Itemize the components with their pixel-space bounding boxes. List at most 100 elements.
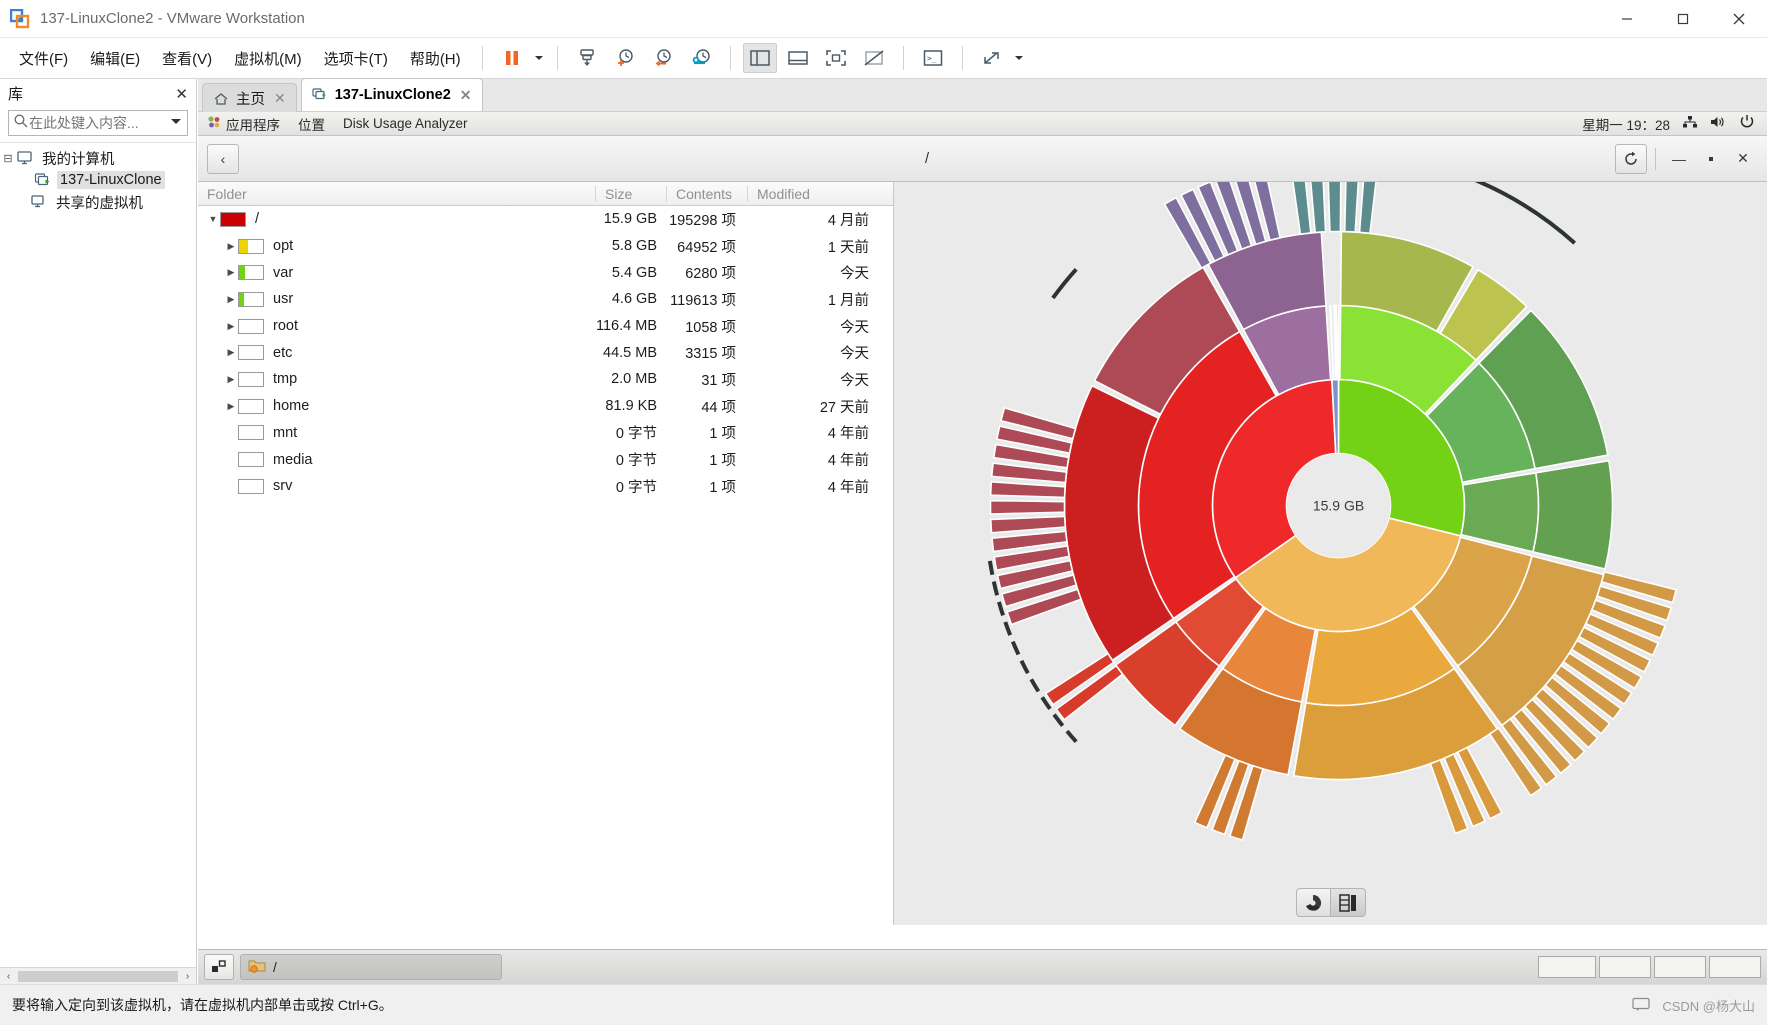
- sunburst-segment[interactable]: [1358, 182, 1379, 235]
- tree-item-shared-vms[interactable]: 共享的虚拟机: [0, 191, 196, 213]
- tab-close-icon[interactable]: ✕: [274, 90, 286, 107]
- network-icon[interactable]: [1682, 115, 1698, 132]
- table-row[interactable]: ▶ root 116.4 MB 1058 项 今天: [198, 313, 893, 340]
- clock[interactable]: 星期一 19：28: [1582, 114, 1670, 134]
- library-search[interactable]: [8, 110, 188, 136]
- row-expander-icon[interactable]: ▶: [224, 347, 238, 358]
- window-titlebar: 137-LinuxClone2 - VMware Workstation: [0, 0, 1767, 38]
- table-row[interactable]: ▶ opt 5.8 GB 64952 项 1 天前: [198, 233, 893, 260]
- row-expander-icon[interactable]: ▶: [224, 267, 238, 278]
- unity-mode-button[interactable]: [857, 43, 891, 73]
- caret-down-icon[interactable]: [169, 114, 183, 133]
- snapshot-add-button[interactable]: [608, 43, 642, 73]
- pause-button[interactable]: [495, 43, 529, 73]
- taskbar-window-item[interactable]: /: [240, 954, 502, 980]
- snapshot-manager-button[interactable]: [684, 43, 718, 73]
- show-desktop-button[interactable]: [204, 954, 234, 980]
- tree-item-my-computer[interactable]: ⊟ 我的计算机: [0, 147, 196, 169]
- window-close-button[interactable]: [1711, 0, 1767, 38]
- scroll-left-icon[interactable]: ‹: [0, 971, 17, 982]
- column-header-modified[interactable]: Modified: [748, 182, 893, 206]
- column-header-folder[interactable]: Folder: [198, 182, 595, 206]
- workspace-4[interactable]: [1709, 956, 1761, 978]
- tree-item-137-linuxclone[interactable]: 137-LinuxClone: [0, 169, 196, 191]
- menu-view[interactable]: 查看(V): [151, 42, 223, 75]
- table-row[interactable]: ▶ home 81.9 KB 44 项 27 天前: [198, 393, 893, 420]
- show-console-button[interactable]: [781, 43, 815, 73]
- table-row[interactable]: ▶ var 5.4 GB 6280 项 今天: [198, 259, 893, 286]
- menu-tabs[interactable]: 选项卡(T): [313, 42, 399, 75]
- sunburst-segment[interactable]: [1327, 182, 1342, 233]
- menu-help[interactable]: 帮助(H): [399, 42, 472, 75]
- sunburst-segment[interactable]: [1343, 182, 1360, 233]
- row-expander-icon[interactable]: ▼: [206, 214, 220, 224]
- table-row[interactable]: ▶ usr 4.6 GB 119613 项 1 月前: [198, 286, 893, 313]
- reload-button[interactable]: [1615, 143, 1647, 174]
- table-row[interactable]: ▶ tmp 2.0 MB 31 项 今天: [198, 366, 893, 393]
- sunburst-segment[interactable]: [1532, 459, 1614, 570]
- tab-home[interactable]: 主页 ✕: [202, 83, 297, 113]
- workspace-3[interactable]: [1654, 956, 1706, 978]
- snapshot-take-button[interactable]: [570, 43, 604, 73]
- stretch-dropdown[interactable]: [1011, 53, 1027, 63]
- row-expander-icon[interactable]: ▶: [224, 321, 238, 332]
- table-row[interactable]: ▼/15.9 GB 195298 项4 月前: [198, 206, 893, 233]
- sunburst-segment[interactable]: [1290, 182, 1312, 236]
- sunburst-segment[interactable]: [1335, 304, 1340, 381]
- message-icon[interactable]: [1632, 997, 1650, 1014]
- scroll-right-icon[interactable]: ›: [179, 971, 196, 982]
- sunburst-segment[interactable]: [1309, 182, 1327, 234]
- row-expander-icon[interactable]: ▶: [224, 374, 238, 385]
- terminal-button[interactable]: >_: [916, 43, 950, 73]
- workspace-switcher[interactable]: [1538, 956, 1761, 978]
- rings-view-button[interactable]: [1295, 888, 1331, 917]
- column-header-size[interactable]: Size: [596, 182, 666, 206]
- stretch-icon: [983, 52, 999, 64]
- table-row[interactable]: ▶ etc 44.5 MB 3315 项 今天: [198, 339, 893, 366]
- snapshot-revert-button[interactable]: [646, 43, 680, 73]
- back-button[interactable]: ‹: [207, 143, 239, 174]
- dua-minimize-button[interactable]: —: [1664, 144, 1694, 174]
- tab-137-linuxclone2[interactable]: 137-LinuxClone2 ✕: [300, 78, 483, 111]
- clock-plus-icon: [617, 49, 633, 66]
- power-dropdown[interactable]: [531, 53, 547, 63]
- cell-folder: media: [198, 452, 585, 468]
- menu-vm[interactable]: 虚拟机(M): [223, 42, 313, 75]
- cell-modified: 1 月前: [827, 292, 869, 309]
- row-expander-icon[interactable]: ▶: [224, 401, 238, 412]
- fullscreen-button[interactable]: [819, 43, 853, 73]
- places-menu[interactable]: 位置: [289, 112, 334, 136]
- dua-maximize-button[interactable]: [1696, 144, 1726, 174]
- sunburst-segment[interactable]: [989, 515, 1067, 534]
- menu-edit[interactable]: 编辑(E): [79, 42, 151, 75]
- table-row[interactable]: srv 0 字节 1 项 4 年前: [198, 473, 893, 500]
- applications-menu[interactable]: 应用程序: [198, 112, 289, 136]
- controls-separator: [1655, 147, 1656, 170]
- window-minimize-button[interactable]: [1599, 0, 1655, 38]
- workspace-2[interactable]: [1599, 956, 1651, 978]
- sunburst-chart[interactable]: 15.9 GB: [894, 182, 1767, 925]
- show-library-button[interactable]: [742, 43, 777, 73]
- row-expander-icon[interactable]: ▶: [224, 241, 238, 252]
- tab-close-icon[interactable]: ✕: [460, 87, 472, 104]
- window-maximize-button[interactable]: [1655, 0, 1711, 38]
- tree-expander-icon[interactable]: ⊟: [0, 152, 16, 165]
- cell-contents: 64952 项: [677, 239, 736, 256]
- table-row[interactable]: mnt 0 字节 1 项 4 年前: [198, 420, 893, 447]
- dua-close-button[interactable]: ✕: [1728, 144, 1758, 174]
- volume-icon[interactable]: [1710, 115, 1727, 132]
- stretch-button[interactable]: [975, 43, 1009, 73]
- row-expander-icon[interactable]: ▶: [224, 294, 238, 305]
- table-row[interactable]: media 0 字节 1 项 4 年前: [198, 446, 893, 473]
- search-input[interactable]: [29, 115, 169, 131]
- power-icon[interactable]: [1739, 114, 1755, 133]
- scrollbar-thumb[interactable]: [18, 970, 178, 982]
- sunburst-segment[interactable]: [989, 499, 1066, 515]
- workspace-1[interactable]: [1538, 956, 1596, 978]
- library-close-button[interactable]: ✕: [175, 85, 188, 103]
- column-header-contents[interactable]: Contents: [667, 182, 747, 206]
- library-horizontal-scrollbar[interactable]: ‹ ›: [0, 967, 196, 984]
- menu-file[interactable]: 文件(F): [8, 42, 79, 75]
- treemap-view-button[interactable]: [1330, 888, 1366, 917]
- sunburst-segment[interactable]: [989, 480, 1066, 499]
